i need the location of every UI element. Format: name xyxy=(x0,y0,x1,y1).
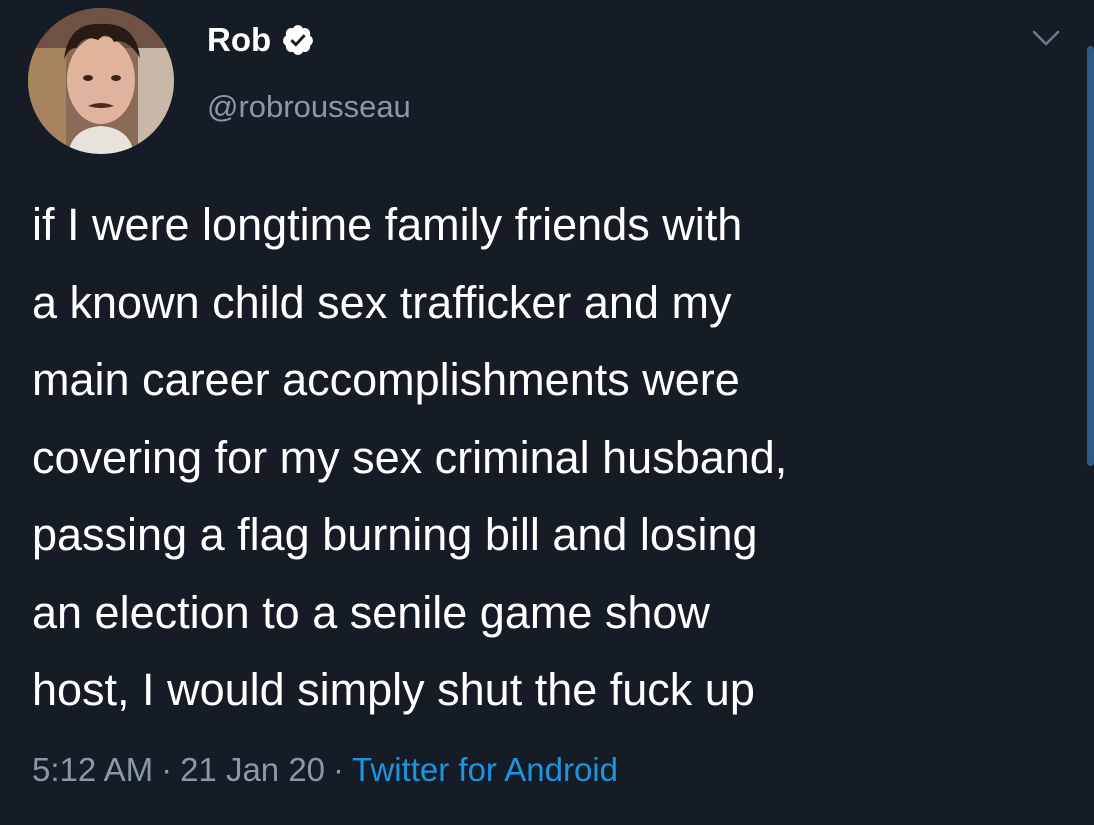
author-name-row[interactable]: Rob xyxy=(207,20,315,60)
tweet-time[interactable]: 5:12 AM xyxy=(32,751,153,788)
meta-separator: · xyxy=(333,751,345,788)
avatar-photo xyxy=(28,8,174,154)
avatar[interactable] xyxy=(28,8,174,154)
verified-badge-icon xyxy=(281,23,315,57)
tweet-text: if I were longtime family friends with a… xyxy=(32,199,788,715)
tweet-card: Rob @robrousseau if I were longtime fami… xyxy=(0,0,1094,825)
tweet-meta: 5:12 AM · 21 Jan 20 · Twitter for Android xyxy=(32,750,618,790)
scrollbar[interactable] xyxy=(1087,46,1094,466)
tweet-date[interactable]: 21 Jan 20 xyxy=(180,751,325,788)
meta-separator: · xyxy=(161,751,173,788)
tweet-source-link[interactable]: Twitter for Android xyxy=(352,751,618,788)
author-handle[interactable]: @robrousseau xyxy=(207,88,411,126)
author-display-name[interactable]: Rob xyxy=(207,20,271,60)
chevron-down-icon[interactable] xyxy=(1026,20,1066,56)
